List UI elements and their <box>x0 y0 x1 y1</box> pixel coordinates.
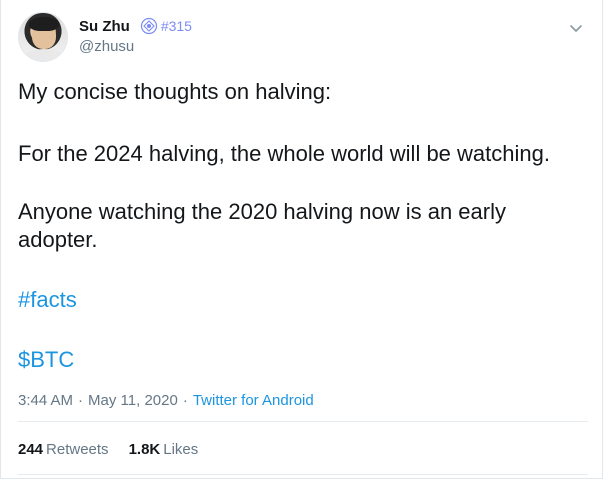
tweet-time[interactable]: 3:44 AM <box>18 392 73 409</box>
tweet-source-link[interactable]: Twitter for Android <box>193 392 314 409</box>
user-info: Su Zhu #315 @zhusu <box>79 16 192 56</box>
tweet-header: Su Zhu #315 @zhusu <box>18 12 588 64</box>
meta-separator: · <box>78 392 84 409</box>
tweet-paragraph: Anyone watching the 2020 halving now is … <box>18 199 506 252</box>
retweets-count: 244 <box>18 441 44 458</box>
tweet-paragraph: For the 2024 halving, the whole world wi… <box>18 141 550 166</box>
user-handle[interactable]: @zhusu <box>79 38 192 55</box>
retweets-label: Retweets <box>46 441 109 458</box>
likes-count: 1.8K <box>128 441 161 458</box>
tweet-paragraph: My concise thoughts on halving: <box>18 79 332 104</box>
tweet-card: Su Zhu #315 @zhusu My concise thoughts o… <box>0 0 603 479</box>
divider <box>18 421 588 422</box>
meta-separator: · <box>182 392 188 409</box>
glyph-badge-icon <box>140 17 158 35</box>
badge-text: #315 <box>160 18 192 34</box>
tweet-stats: 244 Retweets 1.8K Likes <box>18 441 218 458</box>
divider <box>18 474 588 475</box>
chevron-down-icon[interactable] <box>568 20 584 36</box>
likes-label: Likes <box>163 441 199 458</box>
cashtag-link[interactable]: $BTC <box>18 346 74 374</box>
hashtag-link[interactable]: #facts <box>18 286 77 314</box>
tweet-date[interactable]: May 11, 2020 <box>88 392 178 409</box>
tweet-meta: 3:44 AM · May 11, 2020 · Twitter for And… <box>18 392 314 409</box>
retweets-stat[interactable]: 244 Retweets <box>18 441 109 458</box>
display-name[interactable]: Su Zhu <box>79 18 130 35</box>
avatar[interactable] <box>18 12 68 62</box>
likes-stat[interactable]: 1.8K Likes <box>129 441 199 458</box>
